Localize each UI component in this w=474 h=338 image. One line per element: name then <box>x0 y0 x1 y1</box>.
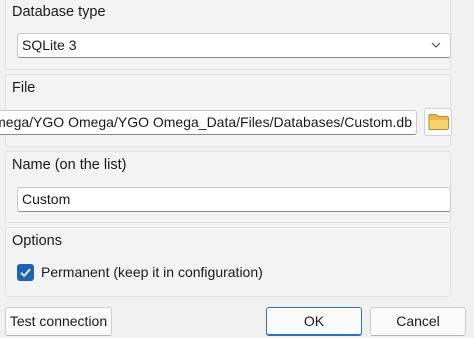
cancel-button[interactable]: Cancel <box>370 307 466 336</box>
ok-button[interactable]: OK <box>266 307 362 336</box>
file-path-text: 86)/YGO Omega/YGO Omega/YGO Omega_Data/F… <box>0 114 412 130</box>
name-label: Name (on the list) <box>12 157 127 173</box>
permanent-checkbox[interactable] <box>17 264 34 281</box>
permanent-checkbox-label[interactable]: Permanent (keep it in configuration) <box>41 264 263 280</box>
chevron-down-icon <box>431 42 441 48</box>
database-type-selected: SQLite 3 <box>22 37 77 53</box>
file-label: File <box>12 80 36 96</box>
file-path-input[interactable]: 86)/YGO Omega/YGO Omega/YGO Omega_Data/F… <box>0 110 417 135</box>
database-type-label: Database type <box>12 4 106 20</box>
options-group <box>5 227 451 297</box>
database-type-select[interactable]: SQLite 3 <box>17 33 451 58</box>
browse-file-button[interactable] <box>424 108 452 136</box>
name-input-value: Custom <box>22 191 71 207</box>
checkmark-icon <box>20 268 31 278</box>
folder-icon <box>428 114 449 130</box>
options-label: Options <box>12 233 62 249</box>
test-connection-button[interactable]: Test connection <box>5 307 112 336</box>
name-input[interactable]: Custom <box>17 187 451 212</box>
